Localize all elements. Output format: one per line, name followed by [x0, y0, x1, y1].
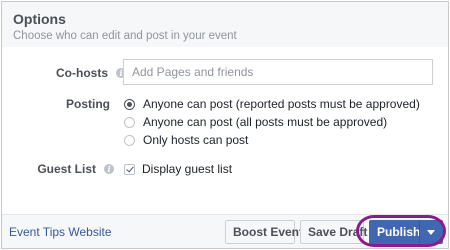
- chevron-down-icon: [427, 229, 435, 235]
- options-subtitle: Choose who can edit and post in your eve…: [13, 30, 237, 42]
- posting-label: Posting: [66, 97, 110, 111]
- posting-option-reported-approved[interactable]: Anyone can post (reported posts must be …: [124, 96, 420, 112]
- publish-options-button[interactable]: [419, 220, 443, 244]
- options-title: Options: [13, 11, 66, 27]
- cohosts-label: Co-hosts: [56, 66, 108, 80]
- checkmark-icon: [126, 164, 134, 172]
- display-guest-list-option[interactable]: Display guest list: [124, 161, 232, 177]
- event-tips-link[interactable]: Event Tips Website: [9, 225, 112, 239]
- publish-button[interactable]: Publish: [369, 220, 420, 244]
- display-guest-list-checkbox[interactable]: [124, 163, 135, 175]
- posting-option-hosts-only[interactable]: Only hosts can post: [124, 132, 248, 148]
- options-header: Options Choose who can edit and post in …: [2, 2, 448, 46]
- boost-event-button[interactable]: Boost Event: [225, 220, 303, 244]
- options-footer: Event Tips Website Boost Event Save Draf…: [2, 214, 448, 248]
- posting-option-all-approved[interactable]: Anyone can post (all posts must be appro…: [124, 114, 387, 130]
- radio-button-selected[interactable]: [124, 98, 135, 110]
- posting-option-label: Anyone can post (reported posts must be …: [143, 97, 420, 111]
- options-body: Co-hosts i Posting Anyone can post (repo…: [2, 47, 448, 214]
- posting-option-label: Only hosts can post: [143, 133, 249, 147]
- info-icon[interactable]: i: [104, 164, 114, 174]
- save-draft-button[interactable]: Save Draft: [300, 220, 367, 244]
- posting-option-label: Anyone can post (all posts must be appro…: [143, 115, 388, 129]
- radio-button[interactable]: [124, 134, 135, 146]
- cohosts-input[interactable]: [123, 59, 433, 85]
- guest-list-label: Guest List: [37, 162, 96, 176]
- display-guest-list-label: Display guest list: [142, 162, 233, 176]
- radio-button[interactable]: [124, 116, 135, 128]
- event-options-panel: Options Choose who can edit and post in …: [1, 1, 449, 249]
